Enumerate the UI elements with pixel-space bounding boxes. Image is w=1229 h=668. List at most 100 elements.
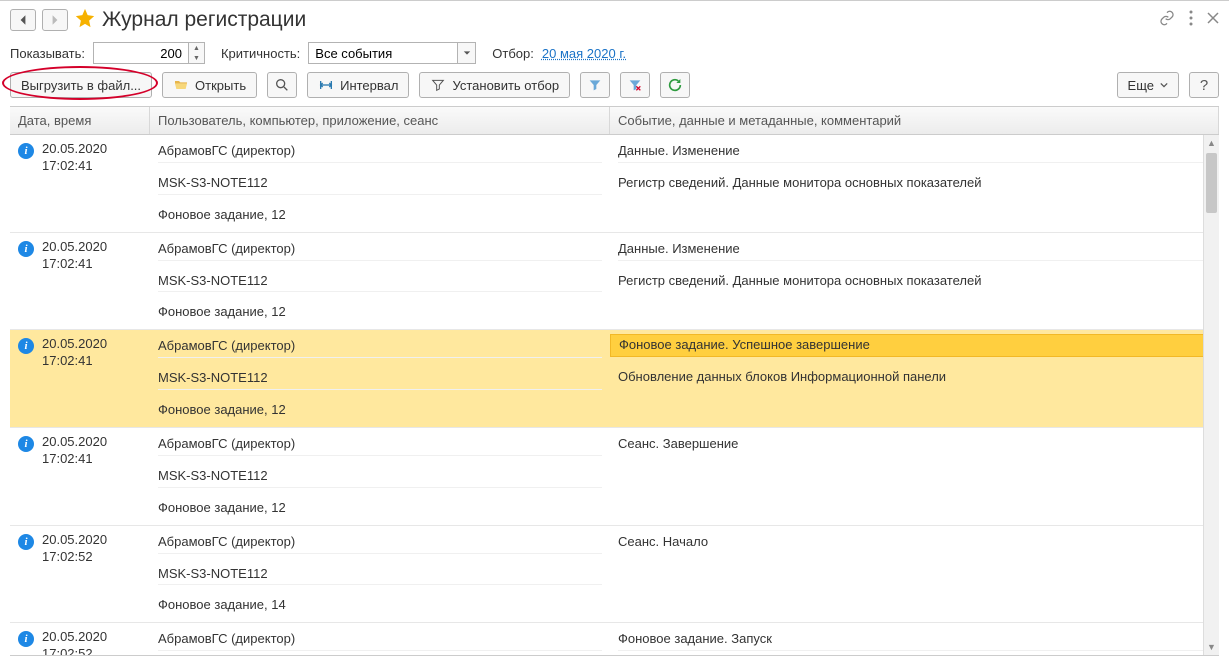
cell-event: Данные. Изменение Регистр сведений. Данны… <box>610 141 1219 226</box>
funnel-icon <box>587 77 603 93</box>
user-line: АбрамовГС (директор) <box>158 629 602 651</box>
severity-dropdown-button[interactable] <box>458 42 476 64</box>
user-line: АбрамовГС (директор) <box>158 336 602 358</box>
set-filter-label: Установить отбор <box>452 78 559 93</box>
event-line: Сеанс. Завершение <box>618 434 1211 455</box>
selection-label: Отбор: <box>492 46 534 61</box>
row-date: 20.05.2020 <box>42 336 107 353</box>
row-date: 20.05.2020 <box>42 141 107 158</box>
row-date: 20.05.2020 <box>42 434 107 451</box>
page-title: Журнал регистрации <box>102 8 306 32</box>
refresh-icon <box>667 77 683 93</box>
filter-edit-icon <box>430 77 446 93</box>
user-line: Фоновое задание, 12 <box>158 302 602 323</box>
cell-event: Фоновое задание. ЗапускОбновление журнал… <box>610 629 1219 655</box>
cell-datetime: i 20.05.202017:02:52 <box>10 629 150 655</box>
scroll-thumb[interactable] <box>1206 153 1217 213</box>
event-line: Сеанс. Начало <box>618 532 1211 553</box>
user-line: MSK-S3-NOTE112 <box>158 368 602 390</box>
cell-user: АбрамовГС (директор) MSK-S3-NOTE112 Фоново… <box>150 434 610 519</box>
folder-open-icon <box>173 77 189 93</box>
user-line: MSK-S3-NOTE112 <box>158 271 602 293</box>
close-icon[interactable] <box>1207 12 1219 27</box>
row-time: 17:02:41 <box>42 451 107 468</box>
header-event[interactable]: Событие, данные и метаданные, комментари… <box>610 107 1219 134</box>
row-time: 17:02:52 <box>42 549 107 566</box>
table-row[interactable]: i 20.05.202017:02:52 АбрамовГС (директор) M… <box>10 526 1219 624</box>
filter-by-value-button[interactable] <box>580 72 610 98</box>
user-line: MSK-S3-NOTE112 <box>158 466 602 488</box>
row-date: 20.05.2020 <box>42 239 107 256</box>
user-line: MSK-S3-NOTE112 <box>158 564 602 586</box>
set-filter-button[interactable]: Установить отбор <box>419 72 570 98</box>
row-time: 17:02:52 <box>42 646 107 655</box>
cell-event: Данные. Изменение Регистр сведений. Данны… <box>610 239 1219 324</box>
row-date: 20.05.2020 <box>42 532 107 549</box>
open-button[interactable]: Открыть <box>162 72 257 98</box>
log-table: Дата, время Пользователь, компьютер, при… <box>10 106 1219 656</box>
cell-user: АбрамовГС (директор) MSK-S3-NOTE112 Фоново… <box>150 239 610 324</box>
table-header: Дата, время Пользователь, компьютер, при… <box>10 107 1219 135</box>
info-icon: i <box>18 338 34 354</box>
arrow-left-icon <box>17 14 29 26</box>
scroll-down-arrow[interactable]: ▼ <box>1204 639 1219 655</box>
user-line: АбрамовГС (директор) <box>158 532 602 554</box>
interval-label: Интервал <box>340 78 398 93</box>
funnel-clear-icon <box>627 77 643 93</box>
more-label: Еще <box>1128 78 1154 93</box>
table-row[interactable]: i20.05.202017:02:41 АбрамовГС (директор) M… <box>10 233 1219 331</box>
cell-datetime: i20.05.202017:02:41 <box>10 239 150 324</box>
cell-user: АбрамовГС (директор)MSK-S3-NOTE112Фоново… <box>150 532 610 617</box>
open-label: Открыть <box>195 78 246 93</box>
magnifier-button[interactable] <box>267 72 297 98</box>
export-button[interactable]: Выгрузить в файл... <box>10 72 152 98</box>
help-button[interactable]: ? <box>1189 72 1219 98</box>
user-line: Фоновое задание, 12 <box>158 400 602 421</box>
table-row[interactable]: i 20.05.202017:02:41 АбрамовГС (директор) M… <box>10 428 1219 526</box>
cell-user: АбрамовГС (директор)MSK-S3-NOTE112Фоново… <box>150 629 610 655</box>
export-label: Выгрузить в файл... <box>21 78 141 93</box>
table-row[interactable]: i20.05.202017:02:41АбрамовГС (директор)M… <box>10 330 1219 428</box>
link-icon[interactable] <box>1159 10 1175 29</box>
event-line: Данные. Изменение <box>618 141 1211 163</box>
row-time: 17:02:41 <box>42 158 107 175</box>
arrow-right-icon <box>49 14 61 26</box>
user-line: АбрамовГС (директор) <box>158 239 602 261</box>
show-count-input[interactable] <box>93 42 189 64</box>
show-count-spinner[interactable]: ▲▼ <box>189 42 205 64</box>
nav-forward-button[interactable] <box>42 9 68 31</box>
cell-datetime: i 20.05.202017:02:41 <box>10 141 150 226</box>
selection-date-link[interactable]: 20 мая 2020 г. <box>542 46 626 61</box>
event-line: Регистр сведений. Данные монитора основн… <box>618 271 1211 292</box>
cell-event: Сеанс. Начало <box>610 532 1219 617</box>
help-icon: ? <box>1200 77 1208 94</box>
clear-filter-button[interactable] <box>620 72 650 98</box>
info-icon: i <box>18 631 34 647</box>
scroll-up-arrow[interactable]: ▲ <box>1204 135 1219 151</box>
info-icon: i <box>18 436 34 452</box>
table-row[interactable]: i 20.05.202017:02:52 АбрамовГС (директор)M… <box>10 623 1219 655</box>
info-icon: i <box>18 534 34 550</box>
event-line: Обновление данных блоков Информационной … <box>618 367 1211 388</box>
favorite-star-icon[interactable] <box>74 7 96 32</box>
user-line: Фоновое задание, 12 <box>158 498 602 519</box>
refresh-button[interactable] <box>660 72 690 98</box>
user-line: АбрамовГС (директор) <box>158 141 602 163</box>
interval-button[interactable]: Интервал <box>307 72 409 98</box>
info-icon: i <box>18 143 34 159</box>
nav-back-button[interactable] <box>10 9 36 31</box>
header-datetime[interactable]: Дата, время <box>10 107 150 134</box>
more-button[interactable]: Еще <box>1117 72 1179 98</box>
event-line: Данные. Изменение <box>618 239 1211 261</box>
event-line: Регистр сведений. Данные монитора основн… <box>618 173 1211 194</box>
table-row[interactable]: i20.05.202017:02:41АбрамовГС (директор)M… <box>10 135 1219 233</box>
row-time: 17:02:41 <box>42 256 107 273</box>
vertical-scrollbar[interactable]: ▲ ▼ <box>1203 135 1219 655</box>
header-user[interactable]: Пользователь, компьютер, приложение, сеа… <box>150 107 610 134</box>
row-date: 20.05.2020 <box>42 629 107 646</box>
severity-select[interactable] <box>308 42 458 64</box>
kebab-menu-icon[interactable] <box>1189 10 1193 29</box>
cell-datetime: i 20.05.202017:02:52 <box>10 532 150 617</box>
show-label: Показывать: <box>10 46 85 61</box>
user-line: АбрамовГС (директор) <box>158 434 602 456</box>
